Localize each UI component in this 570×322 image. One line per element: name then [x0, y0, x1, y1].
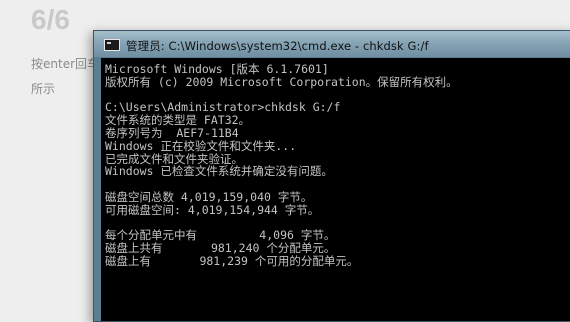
console-line: Windows 正在校验文件和文件夹... — [105, 138, 297, 153]
console-line: Microsoft Windows [版本 6.1.7601] — [105, 62, 329, 76]
window-titlebar[interactable]: 管理员: C:\Windows\system32\cmd.exe - chkds… — [94, 31, 570, 57]
console-output[interactable]: Microsoft Windows [版本 6.1.7601] 版权所有 (c)… — [101, 58, 570, 321]
console-line: 磁盘上有 981,239 个可用的分配单元。 — [105, 253, 359, 268]
console-line: Windows 已检查文件系统并确定没有问题。 — [105, 164, 333, 179]
background-step-indicator: 6/6 — [31, 4, 70, 35]
cmd-console-icon[interactable] — [104, 39, 120, 51]
console-line: 版权所有 (c) 2009 Microsoft Corporation。保留所有… — [105, 74, 458, 89]
console-line: 可用磁盘空间: 4,019,154,944 字节。 — [105, 202, 320, 217]
background-text-line: 所示 — [31, 82, 56, 96]
background-text-line: 按enter回车 — [31, 57, 100, 71]
window-title: 管理员: C:\Windows\system32\cmd.exe - chkds… — [126, 39, 429, 53]
cmd-window: 管理员: C:\Windows\system32\cmd.exe - chkds… — [93, 30, 570, 322]
console-line: 卷序列号为 AEF7-11B4 — [105, 125, 239, 140]
console-line: 磁盘空间总数 4,019,159,040 字节。 — [105, 189, 313, 204]
